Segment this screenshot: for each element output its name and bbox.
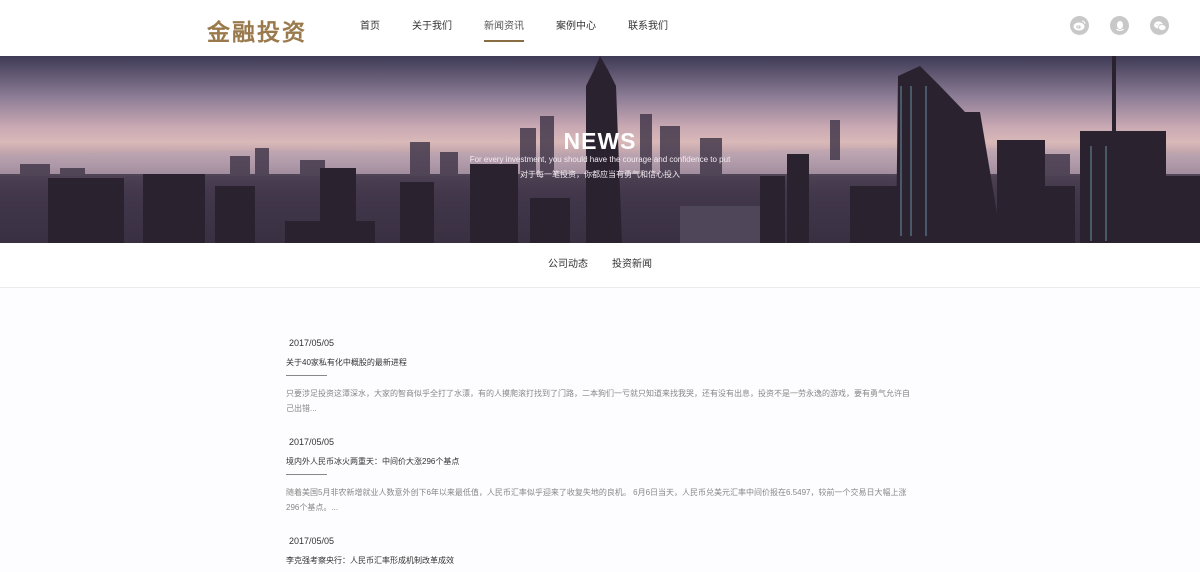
social-links (1070, 16, 1169, 35)
news-item: 2017/05/05 境内外人民币冰火两重天：中间价大涨296个基点 随着美国5… (286, 436, 916, 515)
news-title[interactable]: 关于40家私有化中概股的最新进程 (286, 358, 916, 368)
banner-subtitle-cn: 对于每一笔投资，你都应当有勇气和信心投入 (520, 170, 680, 179)
weibo-icon[interactable] (1070, 16, 1089, 35)
nav-news[interactable]: 新闻资讯 (470, 0, 538, 56)
news-title[interactable]: 境内外人民币冰火两重天：中间价大涨296个基点 (286, 457, 916, 467)
news-summary: 只要涉足投资这潭深水，大家的智商似乎全打了水漂，有的人摸爬滚打找到了门路，二本狗… (286, 389, 910, 413)
divider (286, 375, 327, 376)
subnav-investment-news[interactable]: 投资新闻 (612, 243, 652, 287)
news-item: 2017/05/05 关于40家私有化中概股的最新进程 只要涉足投资这潭深水，大… (286, 337, 916, 416)
nav-cases[interactable]: 案例中心 (542, 0, 610, 56)
news-date: 2017/05/05 (289, 437, 335, 447)
sub-nav: 公司动态 投资新闻 (0, 243, 1200, 288)
qq-icon[interactable] (1110, 16, 1129, 35)
banner-title: NEWS (563, 128, 637, 154)
divider (286, 474, 327, 475)
news-date: 2017/05/05 (289, 338, 335, 348)
nav-home[interactable]: 首页 (346, 0, 394, 56)
main-nav: 首页 关于我们 新闻资讯 案例中心 联系我们 (346, 0, 686, 56)
subnav-company-news[interactable]: 公司动态 (548, 243, 588, 287)
news-date: 2017/05/05 (289, 536, 335, 546)
banner-subtitle-en: For every investment, you should have th… (469, 155, 731, 164)
hero-banner: NEWS For every investment, you should ha… (0, 56, 1200, 243)
logo[interactable]: 金融投资 (207, 13, 307, 47)
wechat-icon[interactable] (1150, 16, 1169, 35)
news-summary: 随着美国5月非农新增就业人数意外创下6年以来最低值，人民币汇率似乎迎来了收复失地… (286, 488, 907, 512)
nav-contact[interactable]: 联系我们 (614, 0, 682, 56)
nav-about[interactable]: 关于我们 (398, 0, 466, 56)
header: 金融投资 首页 关于我们 新闻资讯 案例中心 联系我们 (0, 0, 1200, 56)
news-list: 2017/05/05 关于40家私有化中概股的最新进程 只要涉足投资这潭深水，大… (286, 337, 916, 566)
news-title[interactable]: 李克强考察央行：人民币汇率形成机制改革成效 (286, 556, 916, 566)
news-item: 2017/05/05 李克强考察央行：人民币汇率形成机制改革成效 (286, 535, 916, 566)
